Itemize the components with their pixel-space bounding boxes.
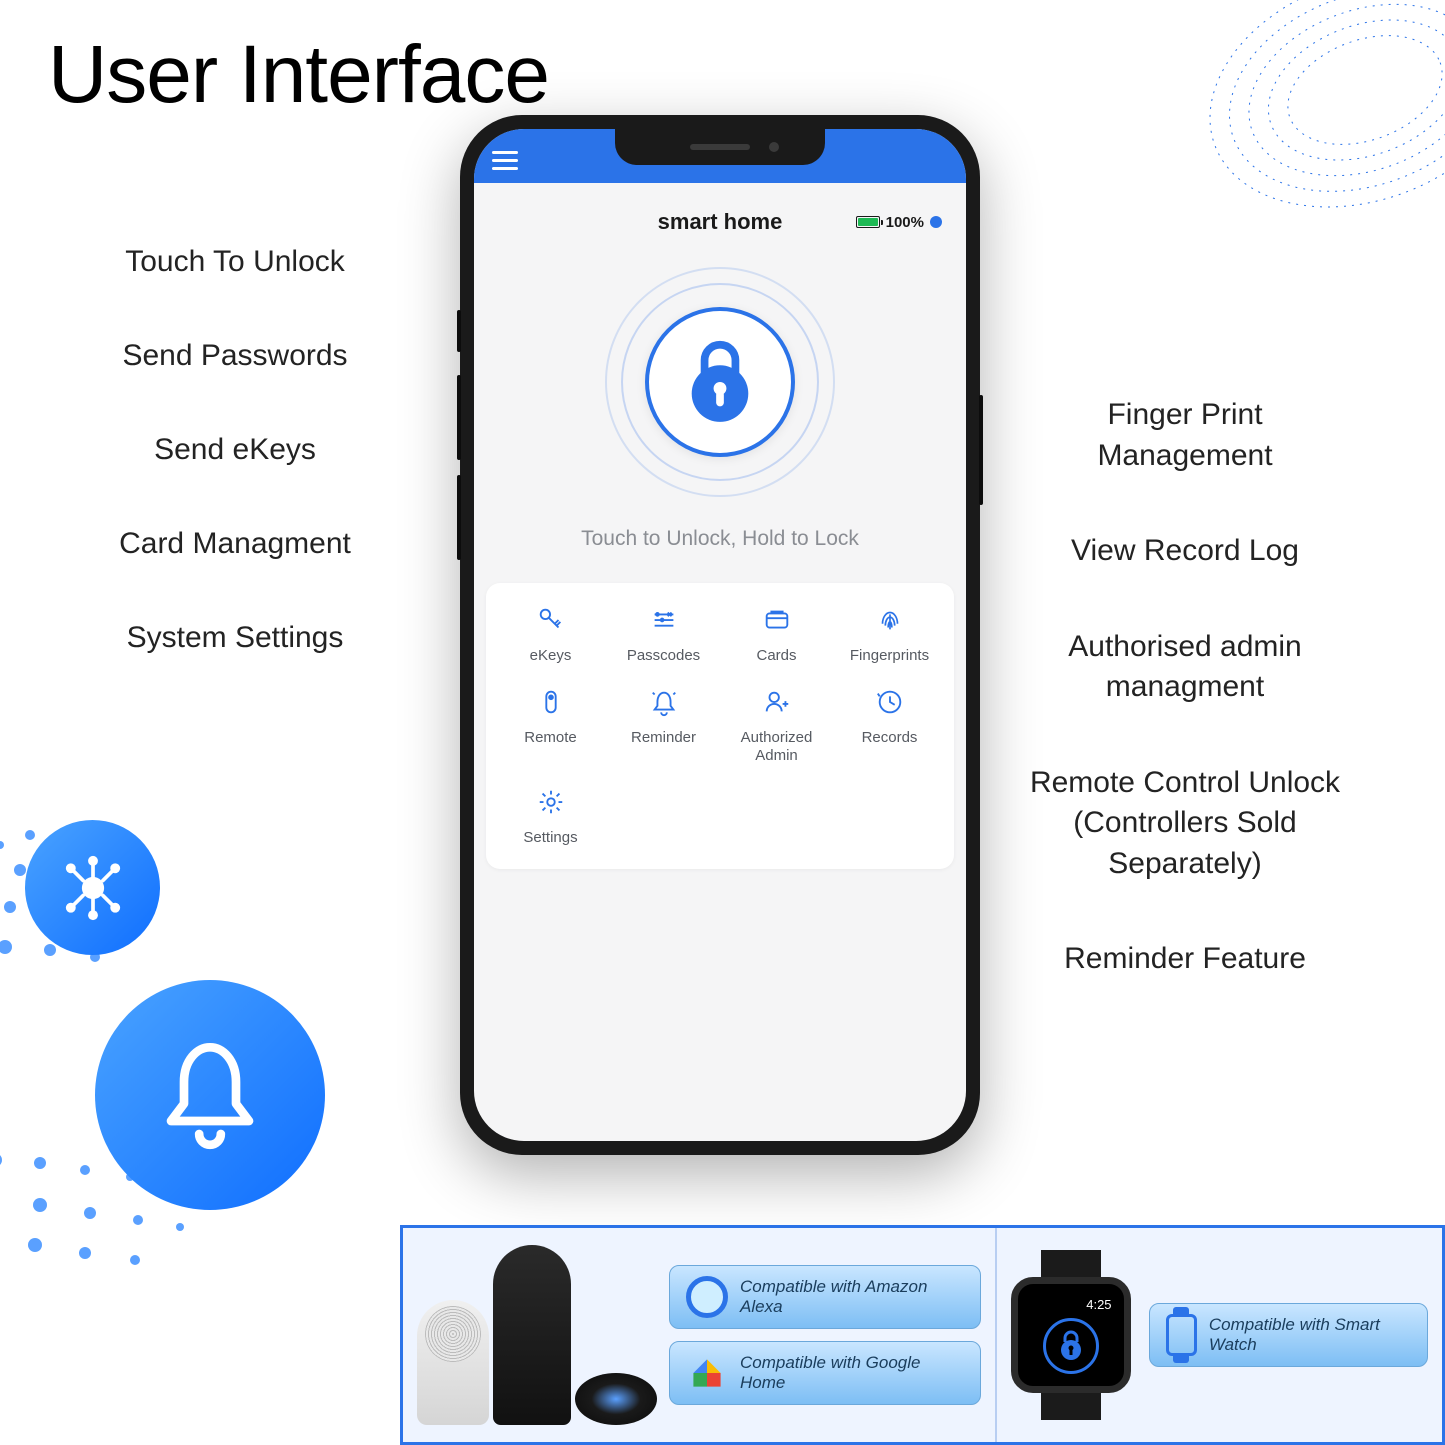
compat-label: Compatible with Google Home	[740, 1353, 964, 1394]
battery-status: 100%	[856, 214, 942, 231]
bell-badge-icon	[95, 980, 325, 1210]
smartwatch-icon	[1166, 1314, 1197, 1356]
feature-card-management: Card Managment	[100, 527, 370, 561]
phone-notch	[615, 129, 825, 165]
grid-cards[interactable]: Cards	[720, 605, 833, 665]
grid-label: Remote	[524, 729, 577, 747]
grid-label: Authorized Admin	[720, 729, 833, 765]
grid-records[interactable]: Records	[833, 687, 946, 765]
remote-icon	[536, 687, 566, 717]
watch-lock-icon	[1043, 1318, 1099, 1374]
compatibility-banner: Compatible with Amazon Alexa Compatible …	[400, 1225, 1445, 1445]
feature-reminder: Reminder Feature	[1025, 939, 1345, 980]
grid-authorized-admin[interactable]: Authorized Admin	[720, 687, 833, 765]
feature-system-settings: System Settings	[100, 621, 370, 655]
grid-label: eKeys	[530, 647, 572, 665]
grid-label: Records	[862, 729, 918, 747]
compat-smartwatch: Compatible with Smart Watch	[1149, 1303, 1428, 1367]
admin-icon	[762, 687, 792, 717]
phone-mockup: smart home 100% Touch to Unlock, Hold	[460, 115, 980, 1155]
right-feature-list: Finger Print Management View Record Log …	[1025, 395, 1345, 1035]
page-title: User Interface	[48, 28, 549, 122]
left-feature-list: Touch To Unlock Send Passwords Send eKey…	[100, 245, 370, 715]
feature-touch-unlock: Touch To Unlock	[100, 245, 370, 279]
ekeys-icon	[536, 605, 566, 635]
battery-icon	[856, 216, 880, 228]
compat-label: Compatible with Amazon Alexa	[740, 1277, 964, 1318]
feature-grid: eKeys Passcodes Cards Fingerprints	[486, 583, 954, 869]
compat-google-home: Compatible with Google Home	[669, 1341, 981, 1405]
decoration-dots-top-right	[1185, 0, 1445, 260]
lock-hint-text: Touch to Unlock, Hold to Lock	[581, 527, 859, 551]
grid-label: Fingerprints	[850, 647, 929, 665]
smart-speaker-cluster	[417, 1245, 657, 1425]
fingerprint-icon	[875, 605, 905, 635]
grid-fingerprints[interactable]: Fingerprints	[833, 605, 946, 665]
grid-remote[interactable]: Remote	[494, 687, 607, 765]
feature-remote-unlock: Remote Control Unlock (Controllers Sold …	[1025, 763, 1345, 885]
grid-ekeys[interactable]: eKeys	[494, 605, 607, 665]
feature-fingerprint-mgmt: Finger Print Management	[1025, 395, 1345, 476]
menu-icon[interactable]	[492, 151, 518, 170]
grid-settings[interactable]: Settings	[494, 787, 607, 847]
reminder-icon	[649, 687, 679, 717]
cards-icon	[762, 605, 792, 635]
network-badge-icon	[25, 820, 160, 955]
battery-percent: 100%	[886, 214, 924, 231]
grid-label: Settings	[523, 829, 577, 847]
settings-icon	[536, 787, 566, 817]
lock-button[interactable]	[605, 267, 835, 497]
grid-passcodes[interactable]: Passcodes	[607, 605, 720, 665]
compat-label: Compatible with Smart Watch	[1209, 1315, 1411, 1356]
grid-label: Passcodes	[627, 647, 700, 665]
feature-record-log: View Record Log	[1025, 531, 1345, 572]
feature-send-passwords: Send Passwords	[100, 339, 370, 373]
watch-time: 4:25	[1086, 1297, 1111, 1312]
alexa-icon	[686, 1276, 728, 1318]
smartwatch-mockup: 4:25	[1011, 1250, 1131, 1420]
grid-label: Reminder	[631, 729, 696, 747]
passcodes-icon	[649, 605, 679, 635]
app-title: smart home	[658, 209, 783, 235]
feature-admin-mgmt: Authorised admin managment	[1025, 627, 1345, 708]
compat-alexa: Compatible with Amazon Alexa	[669, 1265, 981, 1329]
bluetooth-dot-icon	[930, 216, 942, 228]
grid-label: Cards	[756, 647, 796, 665]
records-icon	[875, 687, 905, 717]
lock-icon	[680, 337, 760, 427]
feature-send-ekeys: Send eKeys	[100, 433, 370, 467]
google-home-icon	[686, 1352, 728, 1394]
grid-reminder[interactable]: Reminder	[607, 687, 720, 765]
